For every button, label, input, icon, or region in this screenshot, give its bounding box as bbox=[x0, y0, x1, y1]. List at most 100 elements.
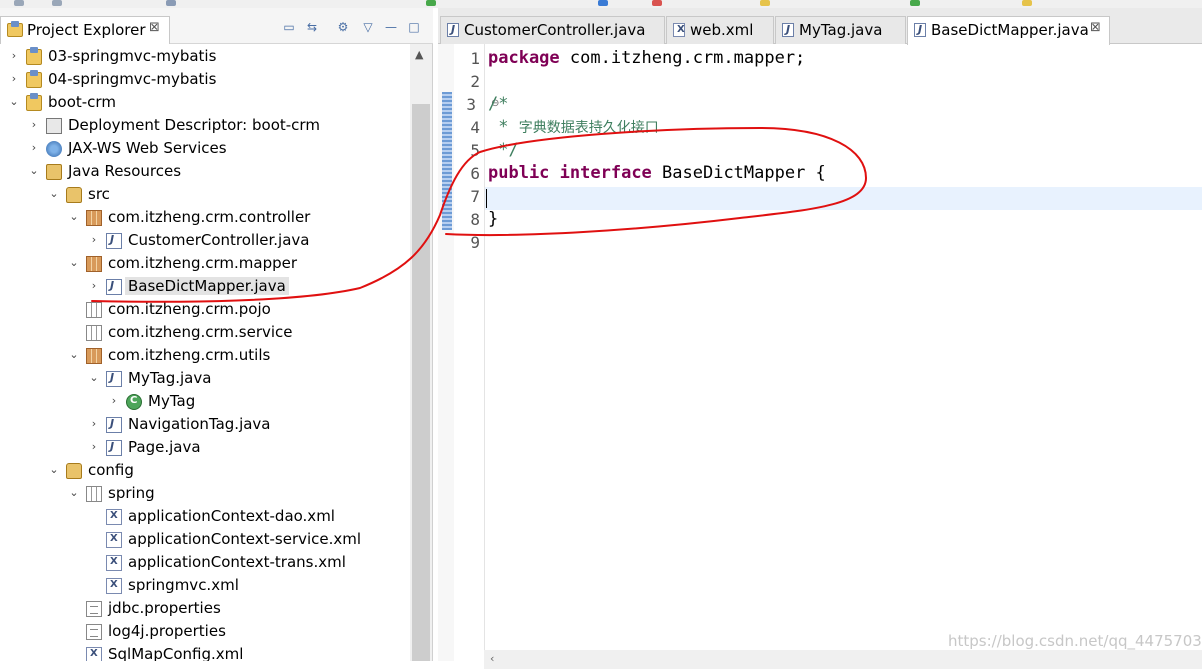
chevron-down-icon[interactable]: ⌄ bbox=[8, 95, 20, 108]
scrollbar-thumb[interactable] bbox=[412, 104, 430, 661]
java-interface-icon bbox=[106, 279, 122, 295]
chevron-down-icon[interactable]: ⌄ bbox=[28, 164, 40, 177]
tree-item[interactable]: ⌄ boot-crm bbox=[0, 92, 410, 115]
tree-item[interactable]: applicationContext-trans.xml bbox=[0, 552, 410, 575]
scroll-up-icon[interactable]: ▲ bbox=[415, 48, 423, 61]
tree-item[interactable]: ⌄ spring bbox=[0, 483, 410, 506]
tree-item[interactable]: › CustomerController.java bbox=[0, 230, 410, 253]
tree-item-label: boot-crm bbox=[48, 93, 116, 111]
maximize-icon[interactable]: □ bbox=[405, 20, 423, 38]
collapse-all-icon[interactable]: ▭ bbox=[280, 20, 298, 38]
tree-item-label: applicationContext-dao.xml bbox=[128, 507, 335, 525]
tree-item[interactable]: ⌄ com.itzheng.crm.controller bbox=[0, 207, 410, 230]
chevron-right-icon[interactable]: › bbox=[108, 394, 120, 407]
tree-item[interactable]: › 04-springmvc-mybatis bbox=[0, 69, 410, 92]
keyword: public bbox=[488, 163, 550, 183]
tab-mytag[interactable]: MyTag.java bbox=[775, 16, 906, 44]
deployment-descriptor-icon bbox=[46, 118, 62, 134]
tab-customer-controller[interactable]: CustomerController.java bbox=[440, 16, 665, 44]
tree-item[interactable]: jdbc.properties bbox=[0, 598, 410, 621]
tree-item[interactable]: applicationContext-service.xml bbox=[0, 529, 410, 552]
link-with-editor-icon[interactable]: ⇆ bbox=[303, 20, 321, 38]
empty-package-icon bbox=[86, 302, 102, 318]
java-file-icon bbox=[106, 233, 122, 249]
chevron-right-icon[interactable]: › bbox=[28, 118, 40, 131]
horizontal-scrollbar[interactable]: ‹ bbox=[484, 650, 1202, 669]
tree-item[interactable]: › MyTag bbox=[0, 391, 410, 414]
chevron-down-icon[interactable]: ⌄ bbox=[48, 463, 60, 476]
project-explorer-tab[interactable]: Project Explorer ⊠ bbox=[0, 16, 170, 44]
tree-item[interactable]: SqlMapConfig.xml bbox=[0, 644, 410, 661]
tree-item[interactable]: › JAX-WS Web Services bbox=[0, 138, 410, 161]
line-number: 3 bbox=[466, 95, 476, 114]
chevron-down-icon[interactable]: ⌄ bbox=[48, 187, 60, 200]
tab-label: BaseDictMapper.java bbox=[931, 21, 1089, 39]
empty-package-icon bbox=[86, 325, 102, 341]
tree-item-label: com.itzheng.crm.utils bbox=[108, 346, 271, 364]
tab-web-xml[interactable]: web.xml bbox=[666, 16, 774, 44]
code-line-4: * 字典数据表持久化接口 bbox=[488, 117, 658, 137]
view-menu-icon[interactable]: ▽ bbox=[359, 20, 377, 38]
close-icon[interactable]: ⊠ bbox=[1090, 20, 1101, 35]
tree-item[interactable]: log4j.properties bbox=[0, 621, 410, 644]
chevron-right-icon[interactable]: › bbox=[8, 49, 20, 62]
java-file-icon bbox=[782, 23, 794, 37]
chevron-down-icon[interactable]: ⌄ bbox=[88, 371, 100, 384]
tree-item[interactable]: ⌄ com.itzheng.crm.mapper bbox=[0, 253, 410, 276]
tab-base-dict-mapper[interactable]: BaseDictMapper.java ⊠ bbox=[907, 16, 1110, 45]
tree-item[interactable]: applicationContext-dao.xml bbox=[0, 506, 410, 529]
java-file-icon bbox=[106, 440, 122, 456]
tree-item[interactable]: springmvc.xml bbox=[0, 575, 410, 598]
chevron-right-icon[interactable]: › bbox=[88, 417, 100, 430]
java-file-icon bbox=[914, 23, 926, 37]
tree-item[interactable]: ⌄ com.itzheng.crm.utils bbox=[0, 345, 410, 368]
chevron-right-icon[interactable]: › bbox=[28, 141, 40, 154]
tree-item-label: Deployment Descriptor: boot-crm bbox=[68, 116, 320, 134]
line-number: 8 bbox=[470, 210, 480, 229]
scroll-left-icon[interactable]: ‹ bbox=[490, 652, 494, 665]
tree-item[interactable]: › BaseDictMapper.java bbox=[0, 276, 410, 299]
tree-item[interactable]: ⌄ src bbox=[0, 184, 410, 207]
tree-item-label: 03-springmvc-mybatis bbox=[48, 47, 217, 65]
tree-item-label: CustomerController.java bbox=[128, 231, 310, 249]
tree-item[interactable]: › Page.java bbox=[0, 437, 410, 460]
line-number: 7 bbox=[470, 187, 480, 206]
vertical-scrollbar[interactable]: ▲ bbox=[410, 44, 432, 661]
tree-item[interactable]: com.itzheng.crm.service bbox=[0, 322, 410, 345]
tree-item-label: MyTag bbox=[148, 392, 196, 410]
xml-file-icon bbox=[106, 555, 122, 571]
minimize-icon[interactable]: — bbox=[382, 20, 400, 38]
tree-item-label: JAX-WS Web Services bbox=[68, 139, 227, 157]
filter-icon[interactable]: ⚙ bbox=[334, 20, 352, 38]
chevron-right-icon[interactable]: › bbox=[88, 440, 100, 453]
tree-item-label: MyTag.java bbox=[128, 369, 212, 387]
tree-item[interactable]: › 03-springmvc-mybatis bbox=[0, 46, 410, 69]
tree-item[interactable]: ⌄ Java Resources bbox=[0, 161, 410, 184]
tree-item-label: springmvc.xml bbox=[128, 576, 239, 594]
chevron-right-icon[interactable]: › bbox=[88, 279, 100, 292]
close-icon[interactable]: ⊠ bbox=[149, 20, 160, 35]
tree-item[interactable]: ⌄ config bbox=[0, 460, 410, 483]
code-editor[interactable]: package com.itzheng.crm.mapper; /* * 字典数… bbox=[484, 44, 1202, 650]
tree-item[interactable]: › NavigationTag.java bbox=[0, 414, 410, 437]
chevron-right-icon[interactable]: › bbox=[88, 233, 100, 246]
chevron-down-icon[interactable]: ⌄ bbox=[68, 486, 80, 499]
keyword: package bbox=[488, 48, 560, 68]
tree-item-label: src bbox=[88, 185, 110, 203]
line-number: 9 bbox=[470, 233, 480, 252]
chevron-down-icon[interactable]: ⌄ bbox=[68, 210, 80, 223]
code-line-3: /* bbox=[488, 94, 509, 114]
tree-item-label: SqlMapConfig.xml bbox=[108, 645, 244, 661]
java-file-icon bbox=[447, 23, 459, 37]
tree-item-label: com.itzheng.crm.mapper bbox=[108, 254, 298, 272]
java-resources-icon bbox=[46, 164, 62, 180]
empty-package-icon bbox=[86, 486, 102, 502]
tree-item[interactable]: ⌄ MyTag.java bbox=[0, 368, 410, 391]
chevron-right-icon[interactable]: › bbox=[8, 72, 20, 85]
tree-item[interactable]: com.itzheng.crm.pojo bbox=[0, 299, 410, 322]
tree-item[interactable]: › Deployment Descriptor: boot-crm bbox=[0, 115, 410, 138]
chevron-down-icon[interactable]: ⌄ bbox=[68, 348, 80, 361]
properties-file-icon bbox=[86, 601, 102, 617]
main-toolbar-strip bbox=[0, 0, 1202, 8]
chevron-down-icon[interactable]: ⌄ bbox=[68, 256, 80, 269]
